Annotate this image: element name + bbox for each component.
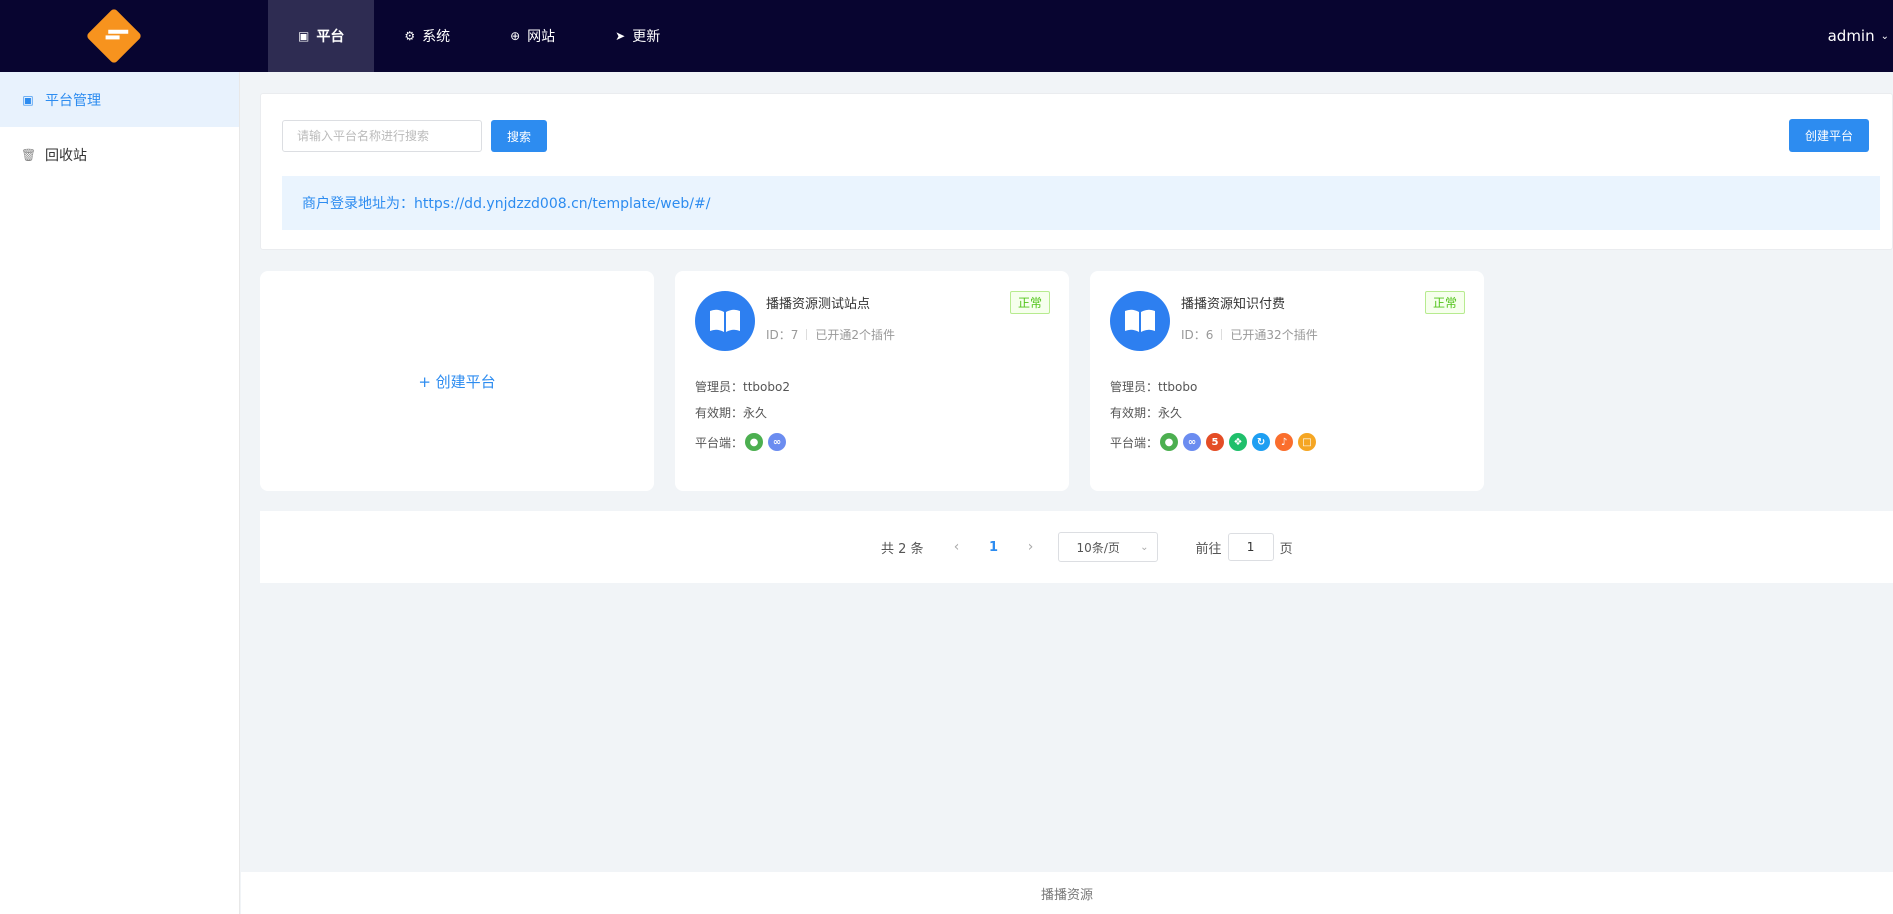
page-number[interactable]: 1 xyxy=(974,540,1014,555)
topnav-item-update[interactable]: ➤ 更新 xyxy=(585,0,690,72)
platform-id: ID：7 xyxy=(766,328,799,342)
page-size-select[interactable]: 10条/页 ⌄ xyxy=(1057,532,1158,562)
page-suffix: 页 xyxy=(1279,541,1293,557)
sync-icon: ↻ xyxy=(1252,433,1271,451)
create-platform-button[interactable]: 创建平台 xyxy=(1789,119,1869,152)
monitor-icon: ▣ xyxy=(22,92,34,107)
platform-meta: ID：7 已开通2个插件 xyxy=(766,326,895,343)
goto-label: 前往 xyxy=(1195,541,1222,557)
pc-icon: □ xyxy=(1298,433,1317,451)
merchant-login-notice: 商户登录地址为：https://dd.ynjdzzd008.cn/templat… xyxy=(282,176,1880,230)
topnav-item-label: 网站 xyxy=(527,29,556,45)
user-menu[interactable]: admin ⌄ xyxy=(1828,0,1893,72)
pagination-bar: 共 2 条 ‹ 1 › 10条/页 ⌄ 前往 页 xyxy=(260,511,1893,583)
platform-card[interactable]: 播播资源测试站点 ID：7 已开通2个插件 正常 管理员：ttbobo2 有效期… xyxy=(675,271,1069,491)
status-badge: 正常 xyxy=(1424,291,1465,314)
search-button[interactable]: 搜索 xyxy=(491,120,547,152)
topnav-item-label: 系统 xyxy=(422,29,451,45)
link-icon: ∞ xyxy=(1183,433,1202,451)
topnav-item-website[interactable]: ⊕ 网站 xyxy=(480,0,585,72)
goto-page: 前往 页 xyxy=(1196,533,1293,561)
platform-validity: 有效期：永久 xyxy=(695,406,768,420)
pagination: 共 2 条 ‹ 1 › 10条/页 ⌄ 前往 页 xyxy=(881,511,1293,583)
platform-meta: ID：6 已开通32个插件 xyxy=(1181,326,1318,343)
monitor-icon: ▣ xyxy=(298,29,310,43)
wechat-icon: ● xyxy=(745,433,764,451)
platform-endpoints: 平台端： ● ∞ 5 ❖ ↻ ♪ □ xyxy=(1110,433,1317,451)
footer: 播播资源 xyxy=(241,872,1893,914)
wechat-icon: ● xyxy=(1160,433,1179,451)
sidebar-item-recycle-bin[interactable]: 🗑 回收站 xyxy=(0,127,239,182)
html5-icon: 5 xyxy=(1206,433,1225,451)
notice-text: 商户登录地址为：https://dd.ynjdzzd008.cn/templat… xyxy=(302,196,711,212)
sidebar-item-label: 回收站 xyxy=(45,147,87,164)
footer-text: 播播资源 xyxy=(1040,887,1093,903)
platform-endpoints-label: 平台端： xyxy=(695,435,744,450)
top-navbar: ▣ 平台 ⚙ 系统 ⊕ 网站 ➤ 更新 admin ⌄ xyxy=(0,0,1893,72)
miniapp-icon: ❖ xyxy=(1229,433,1248,451)
top-nav: ▣ 平台 ⚙ 系统 ⊕ 网站 ➤ 更新 xyxy=(268,0,690,72)
topnav-item-label: 平台 xyxy=(316,29,345,45)
topnav-item-platform[interactable]: ▣ 平台 xyxy=(268,0,375,72)
chevron-down-icon: ⌄ xyxy=(1880,30,1889,42)
plus-circle-icon: ⊕ xyxy=(510,29,521,43)
platform-endpoints: 平台端： ● ∞ xyxy=(695,433,787,451)
platform-plugins: 已开通2个插件 xyxy=(815,328,896,342)
meta-divider xyxy=(806,329,808,340)
sidebar-item-platform-management[interactable]: ▣ 平台管理 xyxy=(0,72,239,127)
search-panel: 搜索 创建平台 商户登录地址为：https://dd.ynjdzzd008.cn… xyxy=(260,93,1893,250)
add-platform-card[interactable]: + 创建平台 xyxy=(260,271,654,491)
platform-endpoints-label: 平台端： xyxy=(1110,435,1159,450)
book-icon xyxy=(695,291,755,351)
meta-divider xyxy=(1221,329,1223,340)
topnav-item-system[interactable]: ⚙ 系统 xyxy=(374,0,480,72)
platform-plugins: 已开通32个插件 xyxy=(1230,328,1318,342)
sidebar: ▣ 平台管理 🗑 回收站 xyxy=(0,72,240,914)
username: admin xyxy=(1827,27,1875,45)
page-size-label: 10条/页 xyxy=(1076,540,1120,555)
douyin-icon: ♪ xyxy=(1275,433,1294,451)
add-platform-label: + 创建平台 xyxy=(418,372,496,391)
platform-admin: 管理员：ttbobo xyxy=(1110,380,1198,394)
book-icon xyxy=(1110,291,1170,351)
gear-icon: ⚙ xyxy=(404,29,416,43)
pagination-total: 共 2 条 xyxy=(881,541,924,557)
trash-icon: 🗑 xyxy=(21,147,37,162)
link-icon: ∞ xyxy=(768,433,787,451)
chevron-right-icon[interactable]: › xyxy=(1014,539,1048,555)
platform-id: ID：6 xyxy=(1181,328,1214,342)
status-badge: 正常 xyxy=(1009,291,1050,314)
topnav-item-label: 更新 xyxy=(632,29,661,45)
logo-icon xyxy=(85,7,143,65)
goto-page-input[interactable] xyxy=(1227,533,1274,561)
search-input[interactable] xyxy=(282,120,482,152)
platform-card[interactable]: 播播资源知识付费 ID：6 已开通32个插件 正常 管理员：ttbobo 有效期… xyxy=(1090,271,1484,491)
platform-title: 播播资源测试站点 xyxy=(766,297,871,312)
chevron-down-icon: ⌄ xyxy=(1140,541,1149,553)
send-icon: ➤ xyxy=(615,29,626,43)
platform-admin: 管理员：ttbobo2 xyxy=(695,380,790,394)
chevron-left-icon[interactable]: ‹ xyxy=(940,539,974,555)
platform-validity: 有效期：永久 xyxy=(1110,406,1183,420)
platform-title: 播播资源知识付费 xyxy=(1181,297,1286,312)
logo-area[interactable] xyxy=(0,0,228,72)
sidebar-item-label: 平台管理 xyxy=(45,92,101,109)
